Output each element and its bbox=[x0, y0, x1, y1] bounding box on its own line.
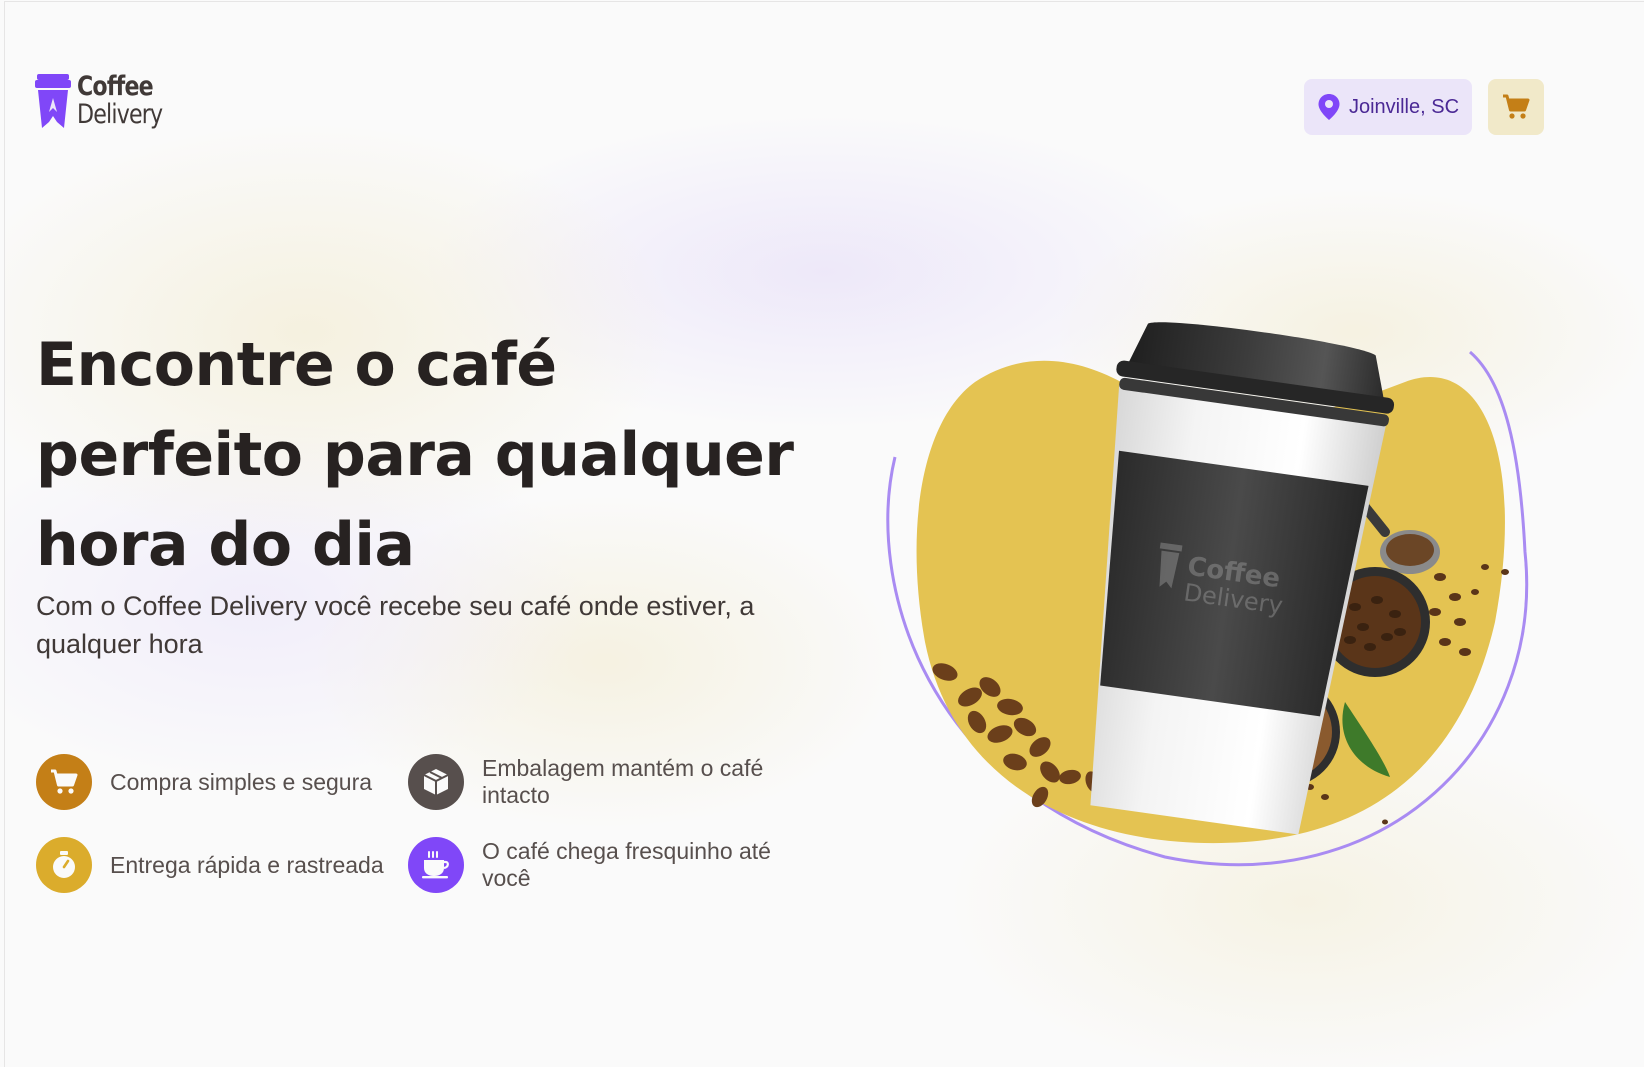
logo[interactable]: Coffee Delivery bbox=[35, 72, 181, 130]
feature-label: Embalagem mantém o café intacto bbox=[482, 755, 764, 808]
map-pin-icon bbox=[1318, 94, 1340, 120]
location-label: Joinville, SC bbox=[1348, 95, 1460, 118]
timer-icon bbox=[36, 837, 92, 893]
feature-label: Compra simples e segura bbox=[110, 768, 373, 795]
shopping-cart-icon bbox=[1503, 94, 1530, 119]
shopping-cart-icon bbox=[36, 754, 92, 810]
page: Coffee Delivery Joinville, SC Encontre o… bbox=[4, 1, 1644, 1067]
feature-item-fresh-coffee: O café chega fresquinho até você bbox=[408, 837, 782, 893]
feature-item-fast-delivery: Entrega rápida e rastreada bbox=[36, 837, 410, 893]
feature-label: O café chega fresquinho até você bbox=[482, 838, 771, 891]
feature-label: Entrega rápida e rastreada bbox=[110, 851, 384, 878]
location-button[interactable]: Joinville, SC bbox=[1304, 79, 1472, 135]
hero-subtitle: Com o Coffee Delivery você recebe seu ca… bbox=[36, 591, 755, 659]
cart-button[interactable] bbox=[1488, 79, 1544, 135]
logo-line-2: Delivery bbox=[77, 99, 163, 130]
feature-item-secure-purchase: Compra simples e segura bbox=[36, 754, 410, 810]
hero-coffee-image: Coffee Delivery bbox=[886, 322, 1529, 867]
coffee-icon bbox=[408, 837, 464, 893]
coffee-cup-logo-icon bbox=[35, 74, 71, 128]
logo-text: Coffee Delivery bbox=[77, 72, 181, 130]
package-icon bbox=[408, 754, 464, 810]
hero-title: Encontre o café perfeito para qualquer h… bbox=[36, 330, 794, 580]
logo-line-1: Coffee bbox=[77, 71, 154, 102]
feature-item-packaging: Embalagem mantém o café intacto bbox=[408, 754, 782, 810]
